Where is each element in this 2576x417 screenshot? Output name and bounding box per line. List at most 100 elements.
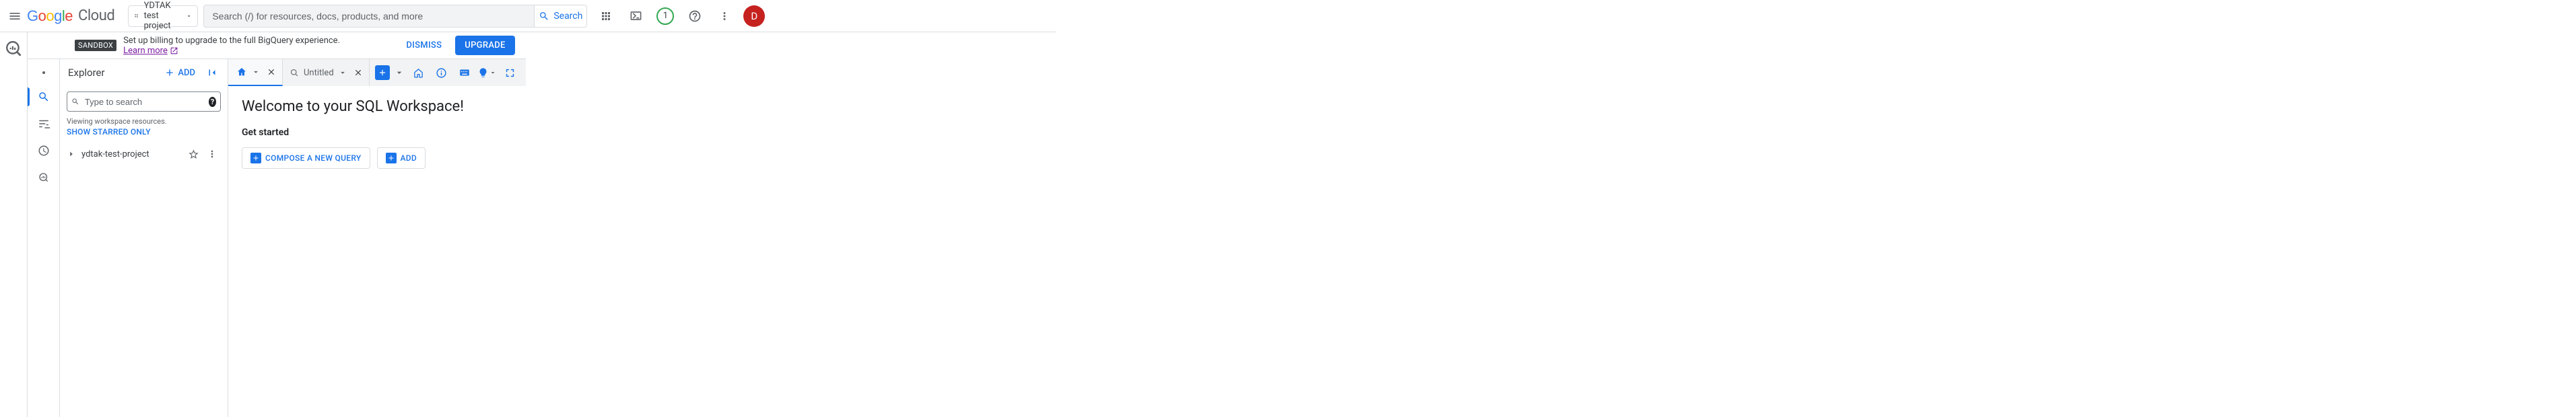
upgrade-button[interactable]: UPGRADE: [455, 36, 514, 55]
compose-query-button[interactable]: COMPOSE A NEW QUERY: [242, 147, 370, 169]
account-avatar[interactable]: D: [743, 5, 765, 27]
show-starred-link[interactable]: SHOW STARRED ONLY: [67, 127, 221, 137]
explorer-sidebar: Explorer ADD ? Viewing workspa: [60, 59, 228, 417]
search-icon: [539, 11, 549, 22]
layout-spacer: [526, 32, 1056, 417]
analytics-icon: [38, 172, 50, 184]
bigquery-icon: [5, 40, 22, 57]
project-name: YDTAK test project: [144, 1, 182, 31]
terminal-icon: [630, 9, 642, 22]
info-icon: [436, 67, 447, 79]
search-container: Search: [203, 5, 587, 28]
more-vert-icon: [207, 149, 217, 159]
chevron-right-icon: [67, 149, 76, 159]
keyboard-icon: [459, 67, 471, 79]
search-box: Search: [203, 5, 587, 28]
close-icon: [267, 67, 276, 77]
cloud-shell-button[interactable]: [622, 3, 649, 30]
learn-more-link[interactable]: Learn more: [123, 46, 178, 56]
workspace-info-button[interactable]: [432, 63, 452, 83]
chevron-down-icon: [338, 68, 347, 77]
sandbox-chip: SANDBOX: [75, 40, 116, 51]
open-in-new-icon: [170, 46, 178, 55]
nav-menu-button[interactable]: [8, 3, 22, 30]
add-data-label: ADD: [401, 153, 417, 163]
tab-home[interactable]: [228, 59, 283, 86]
google-wordmark: Google: [27, 7, 73, 25]
collapse-sidebar-button[interactable]: [202, 63, 222, 83]
new-tab-button[interactable]: [375, 65, 390, 80]
schedule-icon: [38, 145, 50, 157]
explorer-project-row[interactable]: ydtak-test-project: [67, 143, 221, 165]
star-project-button[interactable]: [184, 145, 202, 163]
project-label: ydtak-test-project: [81, 149, 179, 159]
tab-untitled[interactable]: Untitled: [283, 59, 370, 86]
add-data-button[interactable]: ADD: [377, 147, 426, 169]
more-vert-icon: [718, 10, 731, 22]
plus-icon: [164, 67, 175, 78]
bigquery-product-icon[interactable]: [0, 35, 27, 62]
home-outline-icon: [413, 67, 424, 79]
new-tab-dropdown[interactable]: [390, 59, 409, 86]
product-rail: [0, 32, 28, 417]
more-button[interactable]: [711, 3, 738, 30]
nav-item-sql-workspace[interactable]: [28, 83, 60, 110]
close-icon: [353, 68, 363, 77]
chevron-down-icon: [394, 67, 405, 78]
banner-text: Set up billing to upgrade to the full Bi…: [123, 36, 394, 56]
viewing-scope-text: Viewing workspace resources.: [67, 117, 221, 126]
lightbulb-icon: [477, 67, 489, 79]
project-more-button[interactable]: [203, 145, 221, 163]
hamburger-icon: [8, 9, 22, 23]
collapse-icon: [206, 67, 218, 79]
explorer-title: Explorer: [68, 67, 158, 79]
help-icon: [688, 9, 702, 23]
workspace-home-button[interactable]: [409, 63, 429, 83]
plus-box-icon: [250, 153, 261, 163]
global-header: Google Cloud YDTAK test project Search 1: [0, 0, 1056, 32]
nav-item-data-transfer[interactable]: [28, 110, 60, 137]
workspace-content: Welcome to your SQL Workspace! Get start…: [228, 86, 526, 181]
notifications-button[interactable]: 1: [652, 3, 679, 30]
explorer-search: ?: [67, 91, 221, 112]
explorer-header: Explorer ADD: [60, 59, 228, 86]
nav-rail: [28, 59, 60, 417]
workspace: Untitled: [228, 59, 526, 417]
nav-rail-indicator: [42, 71, 45, 74]
fullscreen-icon: [504, 67, 516, 79]
workspace-shortcuts-button[interactable]: [454, 63, 475, 83]
chevron-down-icon: [251, 67, 261, 77]
notification-badge: 1: [656, 7, 674, 25]
explorer-search-input[interactable]: [83, 96, 205, 108]
nav-item-scheduled-queries[interactable]: [28, 137, 60, 164]
editor-tab-bar: Untitled: [228, 59, 526, 86]
compose-query-label: COMPOSE A NEW QUERY: [265, 153, 362, 163]
avatar-letter: D: [751, 10, 757, 22]
header-actions: 1 D: [592, 3, 765, 30]
sandbox-banner: SANDBOX Set up billing to upgrade to the…: [28, 32, 526, 59]
apps-button[interactable]: [592, 3, 619, 30]
tab-bar-actions: [409, 59, 526, 86]
project-picker-icon: [134, 11, 139, 22]
tab-untitled-close[interactable]: [351, 66, 365, 79]
fullscreen-button[interactable]: [500, 63, 520, 83]
plus-box-icon: [386, 153, 397, 163]
help-button[interactable]: [681, 3, 708, 30]
search-help-icon[interactable]: ?: [209, 97, 216, 107]
nav-item-reservations[interactable]: [28, 164, 60, 191]
search-button[interactable]: Search: [534, 5, 586, 27]
workspace-feature-button[interactable]: [477, 63, 498, 83]
chevron-down-icon: [186, 10, 192, 22]
dismiss-button[interactable]: DISMISS: [401, 36, 447, 54]
chevron-down-icon: [489, 69, 497, 77]
search-input[interactable]: [204, 5, 534, 27]
tab-home-close[interactable]: [265, 65, 278, 79]
tune-icon: [38, 118, 50, 130]
project-picker[interactable]: YDTAK test project: [128, 5, 198, 27]
workspace-subtitle: Get started: [242, 127, 512, 138]
search-icon: [38, 91, 50, 103]
google-cloud-logo[interactable]: Google Cloud: [27, 7, 114, 25]
tab-untitled-label: Untitled: [304, 68, 334, 78]
workspace-title: Welcome to your SQL Workspace!: [242, 98, 512, 115]
explorer-add-button[interactable]: ADD: [162, 65, 198, 81]
